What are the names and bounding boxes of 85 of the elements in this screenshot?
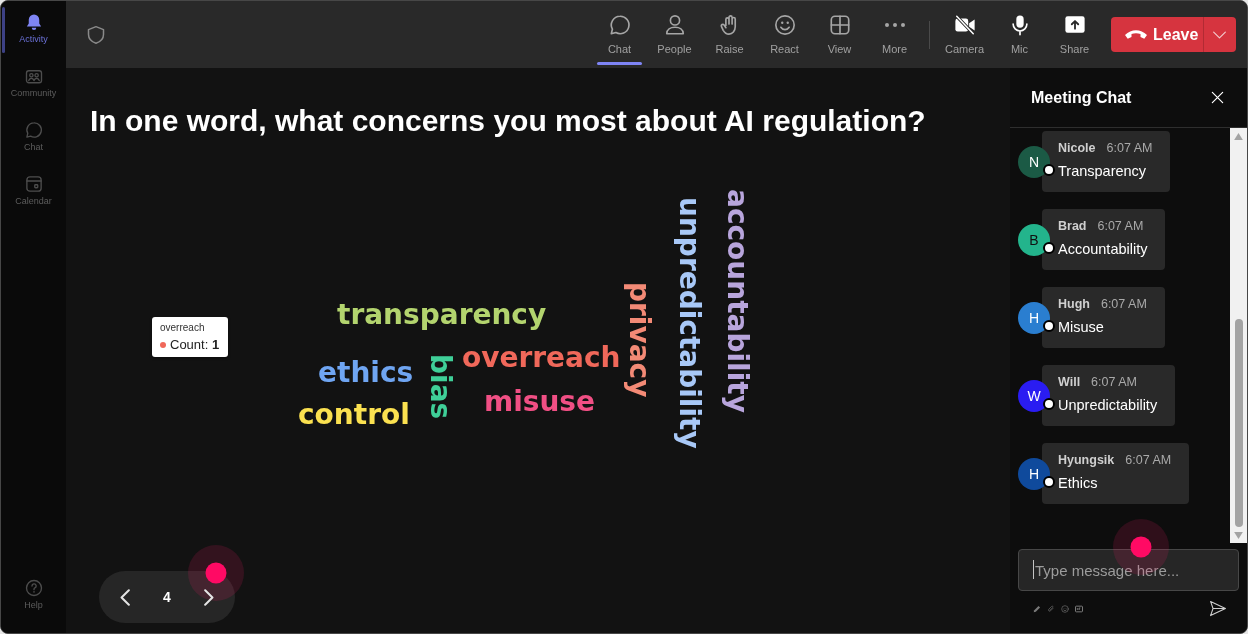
sender-name: Hyungsik: [1058, 453, 1115, 468]
grid-icon: [828, 14, 851, 36]
message-text: Accountability: [1058, 240, 1148, 258]
paperclip-icon: [1047, 604, 1055, 613]
calendar-icon: [24, 175, 43, 193]
sender-name: Brad: [1058, 219, 1087, 234]
message-time: 6:07 AM: [1125, 453, 1172, 468]
phone-icon: [1125, 30, 1147, 39]
cloud-word: accountability: [720, 189, 754, 413]
sender-name: Nicole: [1058, 141, 1096, 156]
sidebar-item[interactable]: Activity: [1, 5, 66, 59]
message-text: Ethics: [1058, 474, 1099, 492]
cloud-word: control: [298, 398, 410, 432]
avatar: H: [1018, 457, 1050, 490]
text-cursor: [1033, 560, 1034, 579]
sender-name: Will: [1058, 375, 1081, 390]
toolbar-button[interactable]: Mic: [992, 1, 1047, 68]
chevron-down-icon: [1213, 30, 1226, 39]
sidebar-item[interactable]: Calendar: [1, 167, 66, 221]
scrollbar-thumb[interactable]: [1234, 319, 1243, 527]
cloud-word: overreach: [462, 341, 621, 375]
smiley-icon: [1061, 604, 1069, 613]
help-button[interactable]: Help: [1, 571, 66, 625]
toolbar-button[interactable]: More: [867, 1, 922, 68]
cloud-word: misuse: [484, 385, 596, 419]
avatar: N: [1018, 145, 1050, 178]
tooltip-title: overreach: [160, 322, 206, 334]
avatar: B: [1018, 223, 1050, 256]
chat-bubble-icon: [608, 14, 631, 36]
poll-question: In one word, what concerns you most about AI regulation?: [90, 103, 926, 139]
pencil-icon: [1033, 604, 1041, 613]
bell-icon: [24, 13, 43, 31]
person-icon: [663, 14, 686, 36]
message-text: Unpredictability: [1058, 396, 1158, 414]
message-time: 6:07 AM: [1091, 375, 1137, 390]
previous-button[interactable]: [117, 586, 133, 608]
composer-tool-button[interactable]: [1033, 604, 1041, 613]
more-icon: [884, 23, 905, 27]
group-icon: [24, 67, 43, 85]
toolbar-button[interactable]: People: [647, 1, 702, 68]
scrollbar[interactable]: [1230, 128, 1247, 543]
chat-bubble-icon: [24, 121, 43, 139]
leave-button[interactable]: Leave: [1111, 17, 1236, 52]
toolbar-button[interactable]: View: [812, 1, 867, 68]
sidebar-item[interactable]: Community: [1, 59, 66, 113]
smiley-icon: [773, 14, 796, 36]
sender-name: Hugh: [1058, 297, 1090, 312]
panel-title: Meeting Chat: [1031, 88, 1132, 107]
next-button[interactable]: [201, 586, 217, 608]
toolbar-button[interactable]: Share: [1047, 1, 1102, 68]
box-icon: [1075, 604, 1083, 613]
scroll-down-icon: [1234, 532, 1243, 539]
message-input-field[interactable]: Type message here...: [1018, 549, 1239, 591]
help-icon: [24, 579, 43, 597]
message-text: Transparency: [1058, 162, 1148, 180]
avatar: H: [1018, 301, 1050, 334]
composer-tool-button[interactable]: [1075, 604, 1083, 613]
close-button[interactable]: [1211, 91, 1224, 104]
page-number: 4: [163, 589, 171, 605]
chevron-left-icon: [120, 588, 130, 606]
cloud-word: ethics: [318, 356, 414, 390]
send-button[interactable]: [1209, 600, 1227, 617]
message-text: Misuse: [1058, 318, 1105, 336]
message-time: 6:07 AM: [1100, 297, 1147, 312]
toolbar-button[interactable]: Camera: [937, 1, 992, 68]
message-time: 6:07 AM: [1106, 141, 1153, 156]
toolbar-button[interactable]: React: [757, 1, 812, 68]
cloud-word: privacy: [622, 282, 656, 398]
count-label: Count: 1: [170, 337, 220, 352]
shield-icon: [86, 24, 106, 45]
camera-off-icon: [953, 14, 976, 36]
toolbar-button[interactable]: Chat: [592, 1, 647, 68]
sidebar-item[interactable]: Chat: [1, 113, 66, 167]
toolbar-button[interactable]: Raise: [702, 1, 757, 68]
cloud-word: unpredictability: [672, 197, 706, 449]
cloud-word: transparency: [337, 298, 547, 332]
send-icon: [1209, 600, 1227, 617]
click-indicator-icon: [188, 545, 244, 601]
message-time: 6:07 AM: [1097, 219, 1144, 234]
cloud-word: bias: [423, 354, 457, 420]
scroll-up-icon: [1234, 133, 1243, 140]
share-icon: [1063, 14, 1086, 36]
chevron-right-icon: [204, 588, 214, 606]
close-icon: [1211, 91, 1224, 104]
avatar: W: [1018, 379, 1050, 412]
